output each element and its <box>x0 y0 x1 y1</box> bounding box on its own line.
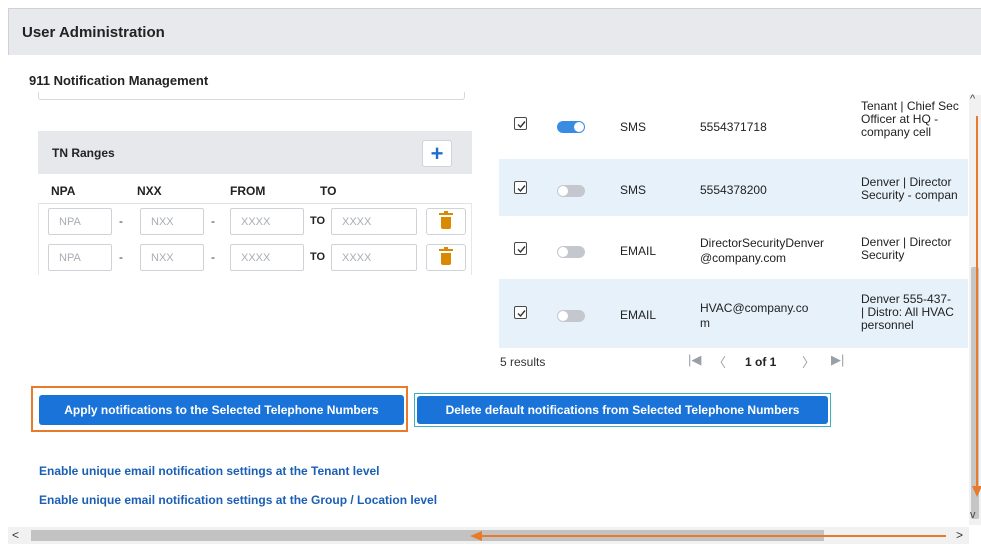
checkmark-icon <box>517 310 526 318</box>
vertical-scrollbar[interactable]: ^ v <box>969 93 981 525</box>
scroll-up-arrow[interactable]: ^ <box>970 93 975 105</box>
delete-button-focus-ring: Delete default notifications from Select… <box>414 393 831 427</box>
notification-description: Denver | Director Security <box>861 236 952 262</box>
group-level-email-link[interactable]: Enable unique email notification setting… <box>39 493 437 507</box>
notification-row: EMAIL DirectorSecurityDenver@company.com… <box>499 216 968 279</box>
trash-icon <box>439 246 453 265</box>
column-header-to: TO <box>320 184 337 198</box>
checkmark-icon <box>517 185 526 193</box>
row-checkbox[interactable] <box>514 306 527 319</box>
column-header-npa: NPA <box>51 184 76 198</box>
row-checkbox[interactable] <box>514 181 527 194</box>
notification-toggle[interactable] <box>557 121 585 133</box>
notification-type: EMAIL <box>620 244 657 258</box>
title-bar: User Administration <box>8 8 981 55</box>
section-title: 911 Notification Management <box>29 73 209 88</box>
toggle-knob <box>558 311 568 321</box>
next-page-button[interactable]: 〉 <box>802 352 815 371</box>
delete-range-button[interactable] <box>426 244 466 271</box>
nxx-input[interactable] <box>140 208 204 235</box>
notification-address: 5554371718 <box>700 120 767 134</box>
nxx-from-separator: - <box>211 214 215 228</box>
prev-page-button[interactable]: 〈 <box>713 352 726 371</box>
horizontal-scrollbar[interactable]: < > <box>8 527 969 544</box>
notification-type: SMS <box>620 183 647 197</box>
to-label: TO <box>310 215 326 227</box>
notification-row: SMS 5554371718 Tenant | Chief Sec Office… <box>499 95 968 159</box>
row-checkbox[interactable] <box>514 242 527 255</box>
vertical-scroll-thumb[interactable] <box>971 267 979 519</box>
from-input[interactable] <box>230 244 304 271</box>
npa-nxx-separator: - <box>119 250 123 264</box>
page-title: User Administration <box>22 24 165 41</box>
delete-default-notifications-button[interactable]: Delete default notifications from Select… <box>417 396 828 424</box>
npa-input[interactable] <box>48 208 112 235</box>
apply-notifications-button[interactable]: Apply notifications to the Selected Tele… <box>39 395 404 425</box>
tenant-level-email-link[interactable]: Enable unique email notification setting… <box>39 464 380 478</box>
toggle-knob <box>558 247 568 257</box>
trash-icon <box>439 210 453 229</box>
notification-type: EMAIL <box>620 308 657 322</box>
scroll-right-arrow[interactable]: > <box>956 528 963 542</box>
notification-table: SMS 5554371718 Tenant | Chief Sec Office… <box>499 95 968 348</box>
notification-address: DirectorSecurityDenver@company.com <box>700 236 825 265</box>
tn-ranges-header: TN Ranges + <box>38 131 472 174</box>
column-header-nxx: NXX <box>137 184 162 198</box>
column-header-from: FROM <box>230 184 266 198</box>
scroll-down-arrow[interactable]: v <box>970 509 976 521</box>
to-input[interactable] <box>331 244 417 271</box>
row-checkbox[interactable] <box>514 117 527 130</box>
notification-row: SMS 5554378200 Denver | Director Securit… <box>499 159 968 216</box>
tn-range-row: - - TO <box>39 204 473 240</box>
checkmark-icon <box>517 121 526 129</box>
toggle-knob <box>558 186 568 196</box>
notification-description: Denver 555-437- | Distro: All HVAC perso… <box>861 293 954 332</box>
from-input[interactable] <box>230 208 304 235</box>
delete-range-button[interactable] <box>426 208 466 235</box>
nxx-input[interactable] <box>140 244 204 271</box>
npa-nxx-separator: - <box>119 214 123 228</box>
horizontal-scroll-thumb[interactable] <box>31 530 824 541</box>
toggle-knob <box>574 122 584 132</box>
to-label: TO <box>310 251 326 263</box>
notification-description: Tenant | Chief Sec Officer at HQ - compa… <box>861 100 959 139</box>
scroll-left-arrow[interactable]: < <box>12 528 19 542</box>
page-indicator: 1 of 1 <box>745 355 777 369</box>
first-page-button[interactable]: |◀ <box>688 352 701 368</box>
notification-toggle[interactable] <box>557 185 585 197</box>
tn-range-row: - - TO <box>39 240 473 276</box>
results-count: 5 results <box>500 355 546 369</box>
to-input[interactable] <box>331 208 417 235</box>
notification-toggle[interactable] <box>557 310 585 322</box>
npa-input[interactable] <box>48 244 112 271</box>
tn-ranges-title: TN Ranges <box>52 146 115 160</box>
notification-type: SMS <box>620 120 647 134</box>
nxx-from-separator: - <box>211 250 215 264</box>
add-range-button[interactable]: + <box>422 140 452 167</box>
top-input-field[interactable] <box>38 92 465 100</box>
notification-row: EMAIL HVAC@company.com Denver 555-437- |… <box>499 279 968 348</box>
checkmark-icon <box>517 246 526 254</box>
notification-description: Denver | Director Security - compan <box>861 176 958 202</box>
notification-address: 5554378200 <box>700 183 767 197</box>
tn-ranges-grid: - - TO - - TO <box>38 203 472 275</box>
last-page-button[interactable]: ▶| <box>831 352 844 368</box>
notification-toggle[interactable] <box>557 246 585 258</box>
notification-address: HVAC@company.com <box>700 301 809 330</box>
